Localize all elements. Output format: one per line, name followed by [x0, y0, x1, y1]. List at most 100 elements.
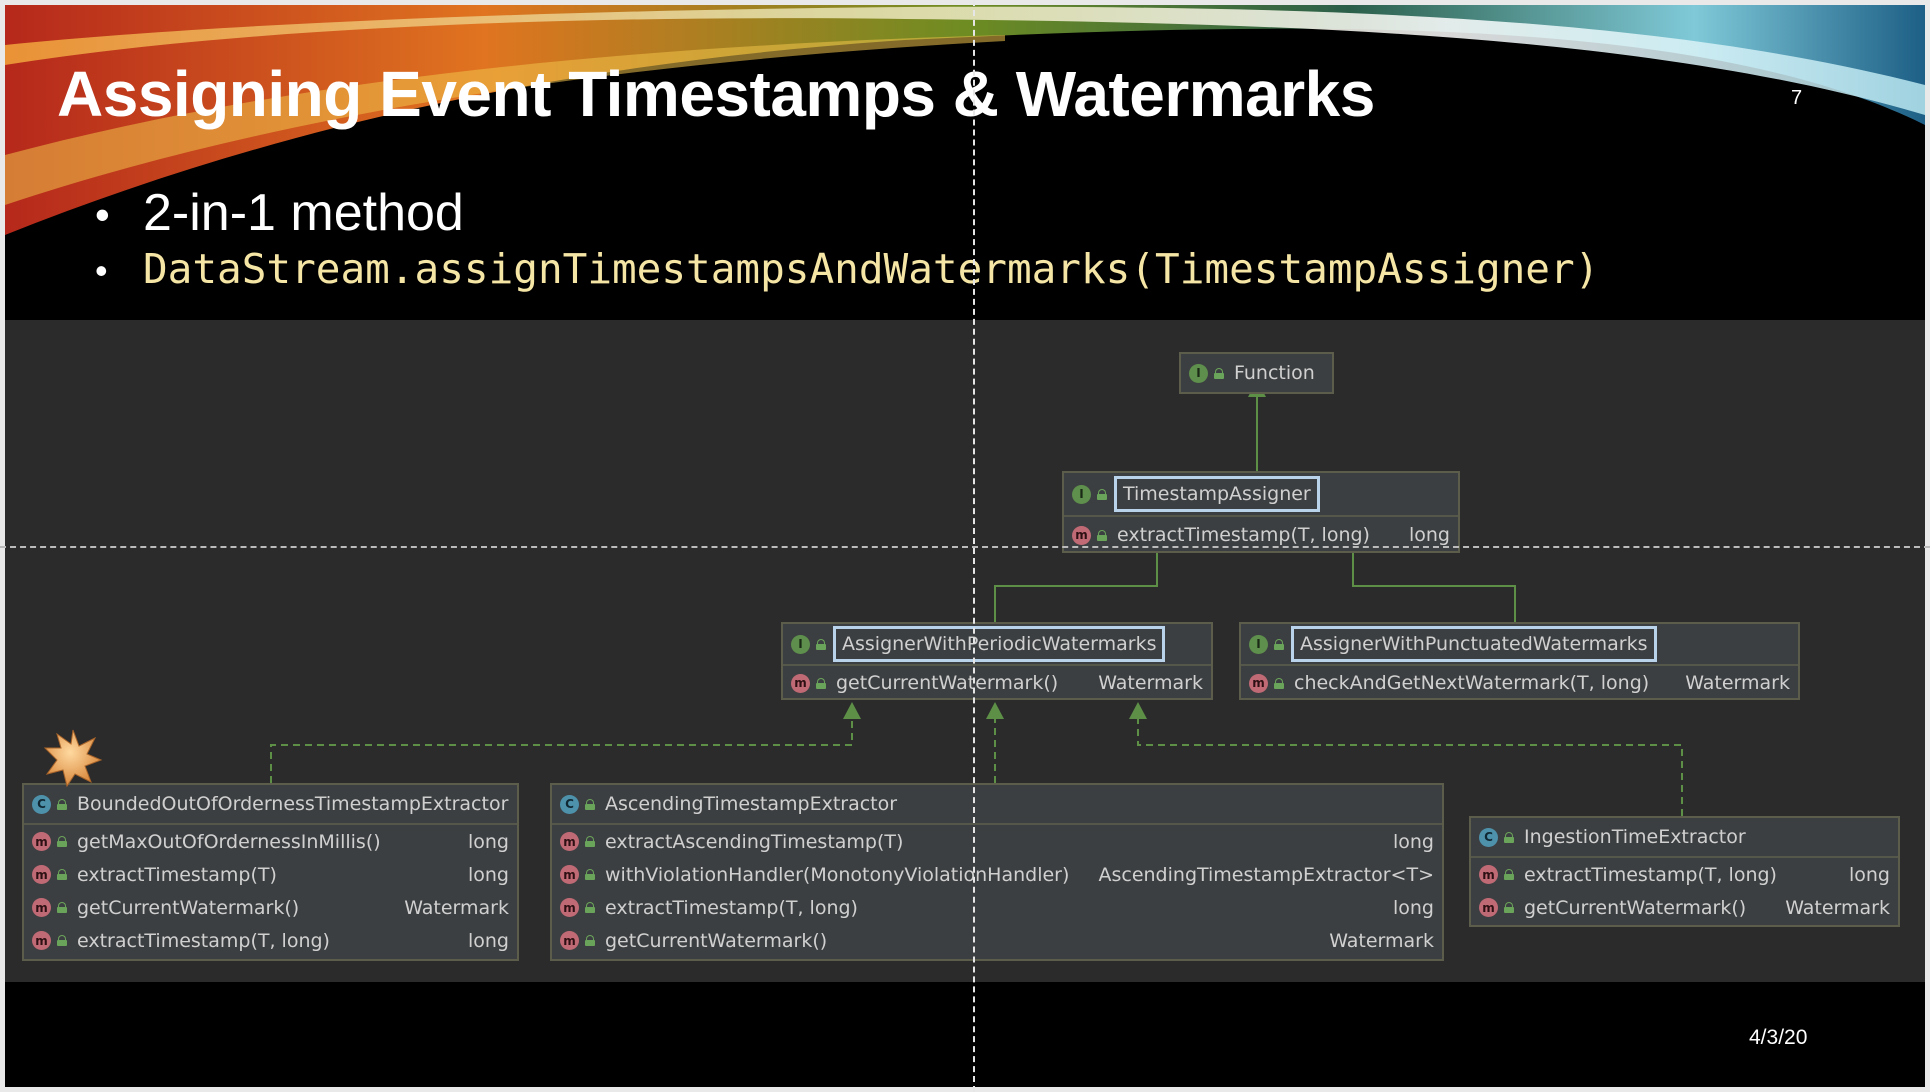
- method-return-type: long: [467, 830, 509, 853]
- class-icon: C: [32, 794, 51, 814]
- method-return-type: AscendingTimestampExtractor<T>: [1098, 863, 1434, 886]
- method-return-type: Watermark: [1785, 896, 1890, 919]
- method-name: extractTimestamp(T, long): [1524, 863, 1777, 886]
- public-lock-icon: [1504, 902, 1514, 913]
- public-lock-icon: [57, 798, 67, 810]
- public-lock-icon: [816, 638, 826, 650]
- node-header: I AssignerWithPeriodicWatermarks: [783, 624, 1211, 664]
- method-icon: m: [1479, 865, 1498, 884]
- method-icon: m: [560, 865, 579, 884]
- method-name: getMaxOutOfOrdernessInMillis(): [77, 830, 381, 853]
- method-row: m getCurrentWatermark() Watermark: [552, 924, 1442, 957]
- star-burst-icon: [43, 729, 103, 788]
- edge-punctuated-timestampassigner: [1352, 551, 1516, 622]
- public-lock-icon: [585, 902, 595, 913]
- bullet-list: 2-in-1 method DataStream.assignTimestamp…: [95, 183, 1599, 297]
- public-lock-icon: [1097, 488, 1107, 500]
- node-header: C AscendingTimestampExtractor: [552, 785, 1442, 823]
- method-name: extractTimestamp(T, long): [605, 896, 858, 919]
- method-row: m getCurrentWatermark() Watermark: [783, 664, 1211, 700]
- public-lock-icon: [585, 935, 595, 946]
- method-row: m extractTimestamp(T, long) long: [552, 891, 1442, 924]
- node-ascendingtimestampextractor[interactable]: C AscendingTimestampExtractor m extractA…: [550, 783, 1444, 961]
- method-icon: m: [560, 931, 579, 950]
- method-name: extractAscendingTimestamp(T): [605, 830, 904, 853]
- public-lock-icon: [57, 836, 67, 847]
- bullet-item-code: DataStream.assignTimestampsAndWatermarks…: [95, 243, 1599, 297]
- public-lock-icon: [585, 869, 595, 880]
- method-return-type: Watermark: [1685, 672, 1790, 694]
- node-ingestiontimeextractor[interactable]: C IngestionTimeExtractor m extractTimest…: [1469, 816, 1900, 927]
- arrowhead-periodic-mid: [986, 702, 1004, 719]
- method-row: m extractAscendingTimestamp(T) long: [552, 823, 1442, 858]
- method-row: m withViolationHandler(MonotonyViolation…: [552, 858, 1442, 891]
- method-name: getCurrentWatermark(): [77, 896, 300, 919]
- method-row: m extractTimestamp(T) long: [24, 858, 517, 891]
- node-assignerwithpunctuatedwatermarks[interactable]: I AssignerWithPunctuatedWatermarks m che…: [1239, 622, 1800, 700]
- method-icon: m: [1249, 673, 1268, 693]
- method-name: getCurrentWatermark(): [605, 929, 828, 952]
- node-boundedoutofordernesstimestampextractor[interactable]: C BoundedOutOfOrdernessTimestampExtracto…: [22, 783, 519, 961]
- public-lock-icon: [1097, 529, 1107, 541]
- method-icon: m: [32, 865, 51, 884]
- interface-icon: I: [1072, 484, 1091, 504]
- method-icon: m: [32, 898, 51, 917]
- method-return-type: Watermark: [1098, 672, 1203, 694]
- method-row: m getMaxOutOfOrdernessInMillis() long: [24, 823, 517, 858]
- method-icon: m: [560, 832, 579, 851]
- public-lock-icon: [57, 935, 67, 946]
- method-icon: m: [1072, 525, 1091, 545]
- method-icon: m: [32, 832, 51, 851]
- method-row: m extractTimestamp(T, long) long: [24, 924, 517, 957]
- public-lock-icon: [57, 902, 67, 913]
- public-lock-icon: [585, 798, 595, 810]
- method-name: extractTimestamp(T): [77, 863, 277, 886]
- arrowhead-periodic-left: [843, 702, 861, 719]
- class-hierarchy-diagram: I Function I TimestampAssigner m extract…: [5, 320, 1925, 982]
- node-header: I TimestampAssigner: [1064, 473, 1458, 515]
- public-lock-icon: [816, 677, 826, 689]
- crosshair-horizontal-guide: [0, 546, 1930, 548]
- slide-number: 7: [1791, 87, 1803, 109]
- highlighted-name: TimestampAssigner: [1114, 476, 1320, 512]
- method-return-type: long: [1848, 863, 1890, 886]
- node-assignerwithperiodicwatermarks[interactable]: I AssignerWithPeriodicWatermarks m getCu…: [781, 622, 1213, 700]
- method-name: extractTimestamp(T, long): [77, 929, 330, 952]
- method-return-type: Watermark: [404, 896, 509, 919]
- highlighted-name: AssignerWithPeriodicWatermarks: [833, 626, 1166, 662]
- slide-date: 4/3/20: [1749, 1026, 1808, 1049]
- node-header: I AssignerWithPunctuatedWatermarks: [1241, 624, 1798, 664]
- edge-bounded-periodic: [270, 717, 853, 783]
- method-name: getCurrentWatermark(): [1524, 896, 1747, 919]
- method-icon: m: [1479, 898, 1498, 917]
- public-lock-icon: [57, 869, 67, 880]
- interface-icon: I: [791, 634, 810, 654]
- method-return-type: long: [467, 863, 509, 886]
- method-icon: m: [791, 673, 810, 693]
- public-lock-icon: [1214, 367, 1224, 379]
- method-return-type: long: [1392, 896, 1434, 919]
- highlighted-name: AssignerWithPunctuatedWatermarks: [1291, 626, 1657, 662]
- interface-icon: I: [1249, 634, 1268, 654]
- public-lock-icon: [585, 836, 595, 847]
- node-name: Function: [1234, 362, 1315, 384]
- public-lock-icon: [1274, 677, 1284, 689]
- node-name: BoundedOutOfOrdernessTimestampExtractor: [77, 793, 509, 815]
- method-return-type: long: [1408, 524, 1450, 546]
- public-lock-icon: [1504, 869, 1514, 880]
- bullet-item: 2-in-1 method: [95, 183, 1599, 245]
- node-header: I Function: [1181, 354, 1332, 392]
- method-row: m checkAndGetNextWatermark(T, long) Wate…: [1241, 664, 1798, 700]
- public-lock-icon: [1274, 638, 1284, 650]
- method-return-type: long: [467, 929, 509, 952]
- method-icon: m: [560, 898, 579, 917]
- slide-title: Assigning Event Timestamps & Watermarks: [57, 58, 1375, 130]
- class-icon: C: [1479, 827, 1498, 847]
- node-timestampassigner[interactable]: I TimestampAssigner m extractTimestamp(T…: [1062, 471, 1460, 553]
- node-function[interactable]: I Function: [1179, 352, 1334, 394]
- node-name: IngestionTimeExtractor: [1524, 826, 1746, 848]
- public-lock-icon: [1504, 831, 1514, 843]
- arrowhead-punctuated: [1129, 702, 1147, 719]
- node-header: C BoundedOutOfOrdernessTimestampExtracto…: [24, 785, 517, 823]
- class-icon: C: [560, 794, 579, 814]
